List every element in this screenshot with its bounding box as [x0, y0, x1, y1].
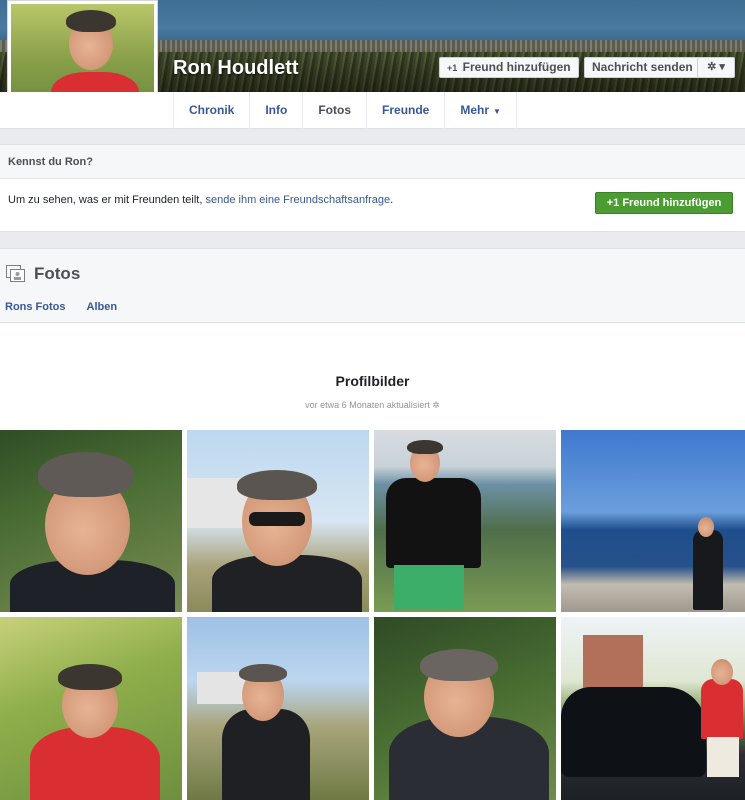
album-title[interactable]: Profilbilder [0, 373, 745, 389]
photos-title: Fotos [6, 264, 80, 284]
chevron-down-icon: ▼ [493, 107, 501, 116]
add-friend-green-label: Freund hinzufügen [622, 197, 722, 209]
profile-photo-6[interactable] [187, 617, 369, 800]
album-updated-text: vor etwa 6 Monaten aktualisiert [305, 400, 430, 410]
profile-photo-4[interactable] [561, 430, 745, 612]
gear-menu-button[interactable]: ✲ ▾ [697, 57, 735, 78]
add-friend-green-icon: +1 [606, 197, 620, 209]
friend-request-link[interactable]: sende ihm eine Freundschaftsanfrage [205, 194, 390, 206]
tab-mehr[interactable]: Mehr ▼ [445, 92, 517, 129]
profile-photo-2[interactable] [187, 430, 369, 612]
send-message-button[interactable]: Nachricht senden [584, 57, 701, 78]
add-friend-icon: +1 [447, 63, 458, 73]
add-friend-button[interactable]: +1 Freund hinzufügen [439, 57, 579, 78]
profile-photo-5[interactable] [0, 617, 182, 800]
tab-fotos[interactable]: Fotos [303, 92, 368, 129]
profile-photo-7[interactable] [374, 617, 556, 800]
know-text-prefix: Um zu sehen, was er mit Freunden teilt, [8, 194, 203, 206]
tab-info[interactable]: Info [250, 92, 304, 129]
gray-separator [0, 129, 745, 144]
photos-icon [6, 265, 26, 283]
know-person-heading: Kennst du Ron? [0, 145, 745, 179]
know-person-text: Um zu sehen, was er mit Freunden teilt, … [8, 194, 393, 206]
know-person-box: Kennst du Ron? Um zu sehen, was er mit F… [0, 144, 745, 232]
album-updated: vor etwa 6 Monaten aktualisiert ✲ [0, 400, 745, 411]
know-text-suffix: . [390, 194, 394, 206]
add-friend-label: Freund hinzufügen [462, 60, 571, 74]
photos-title-label: Fotos [34, 264, 81, 283]
profile-photo-3[interactable] [374, 430, 556, 612]
tab-freunde[interactable]: Freunde [367, 92, 446, 129]
send-message-label: Nachricht senden [592, 60, 693, 74]
profile-name[interactable]: Ron Houdlett [173, 57, 299, 80]
add-friend-green-button[interactable]: +1 Freund hinzufügen [595, 192, 733, 214]
gray-separator-2 [0, 232, 745, 248]
photos-sub-tabs: Rons Fotos Alben [5, 301, 117, 313]
gear-icon: ✲ ▾ [707, 61, 725, 73]
photos-header: Fotos Rons Fotos Alben [0, 248, 745, 323]
profile-photo-8[interactable] [561, 617, 745, 800]
profile-nav-bar: Chronik Info Fotos Freunde Mehr ▼ [0, 92, 745, 129]
tab-chronik[interactable]: Chronik [173, 92, 251, 129]
tab-mehr-label: Mehr [460, 103, 490, 117]
tab-rons-fotos[interactable]: Rons Fotos [5, 301, 66, 313]
profile-tabs: Chronik Info Fotos Freunde Mehr ▼ [173, 92, 517, 129]
tab-alben[interactable]: Alben [87, 301, 118, 313]
settings-icon: ✲ [432, 400, 440, 410]
profile-photo-1[interactable] [0, 430, 182, 612]
